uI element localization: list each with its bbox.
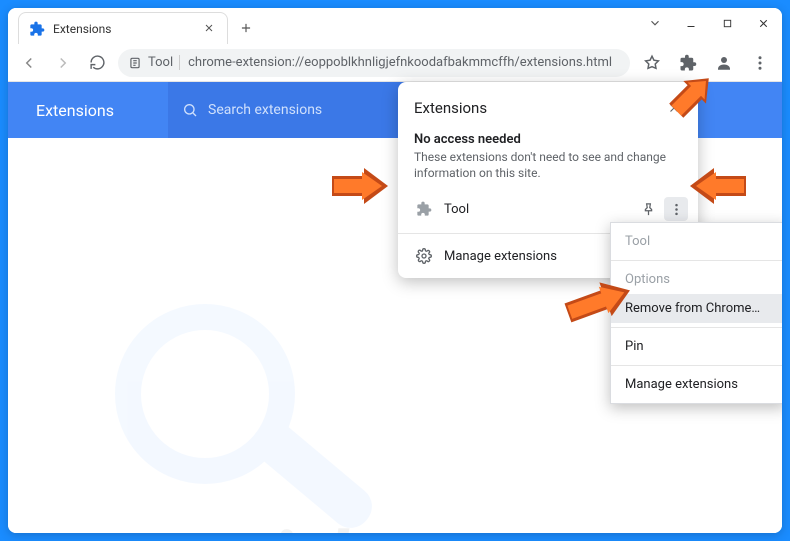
puzzle-icon: [29, 21, 45, 37]
minimize-button[interactable]: [678, 12, 704, 34]
ctx-item-tool: Tool: [611, 227, 782, 256]
search-icon: [182, 102, 198, 118]
back-button[interactable]: [16, 50, 42, 76]
profile-button[interactable]: [710, 49, 738, 77]
popup-section-subtitle: These extensions don't need to see and c…: [398, 149, 698, 189]
extensions-toolbar-button[interactable]: [674, 49, 702, 77]
ctx-item-pin[interactable]: Pin: [611, 332, 782, 361]
omnibox-chip: Tool: [148, 55, 180, 70]
page-content: Extensions risk.com Extensions No access…: [8, 82, 782, 533]
ctx-item-remove[interactable]: Remove from Chrome…: [611, 294, 782, 323]
window-controls: [678, 12, 776, 34]
site-info-icon: [128, 56, 142, 70]
titlebar: Extensions: [8, 8, 782, 44]
tab-close-button[interactable]: [203, 22, 217, 36]
tab-overflow-icon[interactable]: [648, 16, 662, 33]
tab-title: Extensions: [53, 22, 195, 36]
new-tab-button[interactable]: [232, 14, 260, 42]
ctx-item-manage[interactable]: Manage extensions: [611, 370, 782, 399]
reload-button[interactable]: [84, 50, 110, 76]
close-window-button[interactable]: [750, 12, 776, 34]
bookmark-star-button[interactable]: [638, 49, 666, 77]
popup-title: Extensions: [414, 99, 487, 117]
extension-icon: [414, 199, 434, 219]
browser-window: Extensions Tool chrome: [8, 8, 782, 533]
extension-context-menu: Tool Options Remove from Chrome… Pin Man…: [610, 222, 782, 404]
extension-more-button[interactable]: [664, 197, 688, 221]
omnibox-url: chrome-extension://eoppoblkhnligjefnkood…: [188, 55, 612, 70]
ctx-item-options: Options: [611, 265, 782, 294]
popup-close-button[interactable]: [662, 96, 686, 120]
pin-button[interactable]: [636, 197, 660, 221]
browser-tab[interactable]: Extensions: [18, 12, 228, 44]
toolbar: Tool chrome-extension://eoppoblkhnligjef…: [8, 44, 782, 82]
popup-section-title: No access needed: [398, 128, 698, 149]
forward-button[interactable]: [50, 50, 76, 76]
extension-name: Tool: [444, 202, 626, 217]
page-title: Extensions: [8, 101, 168, 120]
gear-icon: [414, 246, 434, 266]
maximize-button[interactable]: [714, 12, 740, 34]
omnibox[interactable]: Tool chrome-extension://eoppoblkhnligjef…: [118, 49, 630, 77]
chrome-menu-button[interactable]: [746, 49, 774, 77]
